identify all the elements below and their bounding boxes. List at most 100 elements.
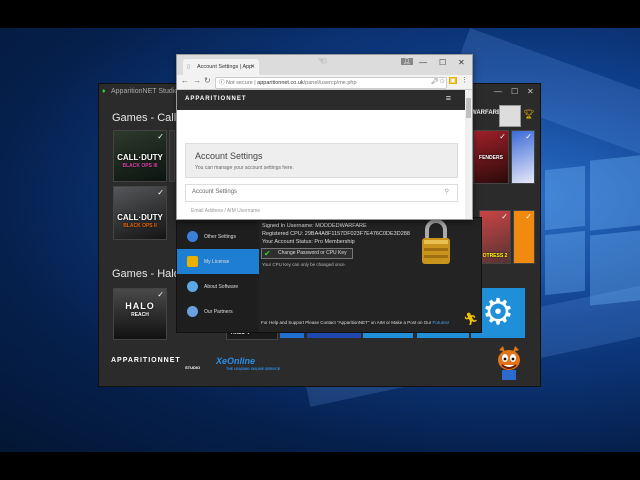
top-letterbox — [0, 0, 640, 28]
close-tab-icon[interactable]: ✕ — [250, 59, 255, 75]
sidebar-item-about-software[interactable]: About Software — [177, 274, 259, 299]
sidebar-item-label: About Software — [204, 284, 239, 290]
game-tile-subtitle: REACH — [131, 312, 149, 318]
site-header: APPARITIONNET ≡ — [177, 90, 465, 110]
forums-link[interactable]: Forums! — [433, 320, 450, 325]
page-title: Account Settings — [195, 151, 263, 161]
user-name: WARFARE — [471, 110, 501, 116]
game-tile-cod-bo3[interactable]: ✓ CALL·DUTY BLACK OPS III — [113, 130, 167, 182]
sidebar-item-other-settings[interactable]: Other Settings — [177, 224, 259, 249]
account-status: Your Account Status: Pro Membership — [262, 239, 355, 245]
settings-sidebar: Other Settings My License About Software… — [177, 218, 259, 332]
back-icon[interactable]: ← — [181, 76, 189, 85]
game-tile-title: CALL·DUTY — [117, 213, 163, 222]
brand-logo-subtitle: STUDIO — [185, 365, 201, 370]
address-bar[interactable]: ⓘ Not secure | apparitionnet.co.uk/panel… — [215, 77, 447, 89]
game-tile-subtitle: BLACK OPS III — [122, 163, 158, 169]
trophy-icon[interactable]: 🏆︎ — [523, 109, 534, 120]
sidebar-item-my-license[interactable]: My License — [177, 249, 259, 274]
bottom-letterbox — [0, 452, 640, 480]
maximize-icon[interactable]: ☐ — [511, 84, 518, 100]
account-settings-section: Account Settings ⚲ — [185, 184, 458, 202]
info-icon: ⓘ — [219, 80, 225, 86]
game-tile-right-2[interactable]: ✓ OTRESS 2 — [479, 210, 511, 264]
game-tile-right-1[interactable]: ✓ FENDERS — [473, 130, 509, 184]
users-icon — [187, 306, 198, 317]
scrollbar-thumb[interactable] — [466, 98, 471, 118]
app-logo-icon: ♦ — [102, 88, 106, 95]
page-subtitle: You can manage your account settings her… — [195, 165, 294, 171]
reload-icon[interactable]: ↻ — [204, 76, 211, 85]
profile-icon[interactable]: 👤︎ — [401, 58, 413, 65]
change-password-button[interactable]: ✔ Change Password or CPU Key — [261, 248, 353, 259]
support-text: For Help and Support Please Contact "App… — [261, 320, 450, 325]
check-icon: ✓ — [157, 188, 164, 197]
check-icon: ✓ — [157, 132, 164, 141]
license-panel: Other Settings My License About Software… — [176, 217, 482, 333]
game-tile-title: HALO — [125, 301, 155, 311]
mouse-cursor-icon: ☜ — [318, 56, 327, 67]
check-icon: ✓ — [499, 132, 506, 141]
minimize-icon[interactable]: — — [494, 84, 502, 100]
game-tile-cod-bo2[interactable]: ✓ CALL·DUTY BLACK OPS II — [113, 186, 167, 240]
hamburger-menu-icon[interactable]: ≡ — [446, 93, 451, 103]
signed-in-username: Signed In Username: MODDEDWARFARE — [262, 223, 367, 229]
windows-logo-pane — [545, 230, 585, 296]
gear-icon: ⚙ — [481, 291, 515, 332]
section-title-halo: Games - Halo — [112, 268, 180, 280]
avatar[interactable] — [499, 105, 521, 127]
browser-toolbar: ← → ↻ ⓘ Not secure | apparitionnet.co.uk… — [177, 75, 472, 90]
game-tile-halo-reach[interactable]: ✓ HALO REACH — [113, 288, 167, 340]
sidebar-item-label: Our Partners — [204, 309, 233, 315]
check-icon: ✓ — [525, 132, 532, 141]
brand-logo-apparition: APPARITIONNET — [111, 357, 181, 364]
sidebar-item-label: My License — [204, 259, 230, 265]
extension-icon[interactable]: ▣ — [449, 77, 457, 84]
brand-logo-xeonline: XeOnline — [216, 356, 256, 366]
globe-icon — [187, 231, 198, 242]
sidebar-item-label: Other Settings — [204, 234, 236, 240]
maximize-icon[interactable]: ☐ — [439, 58, 446, 67]
account-settings-header-panel: Account Settings You can manage your acc… — [185, 143, 458, 178]
section-heading: Account Settings — [192, 189, 238, 195]
star-icon[interactable]: ☆ — [439, 77, 445, 85]
windows-logo-pane — [590, 155, 640, 231]
browser-window: ▯ Account Settings | App ✕ 👤︎ — ☐ ✕ ← → … — [176, 54, 473, 220]
cpu-key-note: Your CPU Key can only be changed once. — [262, 262, 346, 267]
windows-logo-pane — [545, 165, 585, 231]
game-tile-orange[interactable]: ✓ — [513, 210, 535, 264]
aim-icon[interactable]: 🏃︎ — [463, 312, 478, 326]
site-logo[interactable]: APPARITIONNET — [185, 96, 247, 102]
game-tile-title: CALL·DUTY — [117, 153, 163, 162]
email-field-label: Email Address / AIM Username — [191, 208, 261, 214]
menu-icon[interactable]: ⋮ — [461, 76, 468, 84]
search-icon: ⚲ — [444, 189, 449, 195]
key-icon[interactable]: 🔑︎ — [431, 78, 439, 85]
registered-cpu: Registered CPU: 29BA4A8F1157DF023F7E476C… — [262, 231, 410, 237]
forward-icon[interactable]: → — [193, 76, 201, 85]
game-tile-edge — [169, 130, 175, 182]
game-tile-subtitle: BLACK OPS II — [123, 223, 157, 229]
game-tile-title: OTRESS 2 — [482, 253, 508, 259]
brand-logo-xeonline-subtitle: THE LEADING ONLINE SERVICE — [226, 367, 281, 371]
check-icon: ✓ — [501, 212, 508, 221]
windows-logo-pane — [590, 230, 640, 306]
page-icon: ▯ — [187, 64, 191, 70]
app-title: ApparitionNET Studio [ — [111, 88, 183, 95]
info-bubble-icon — [187, 281, 198, 292]
page-content: Account Settings You can manage your acc… — [177, 110, 465, 219]
page-scrollbar[interactable] — [465, 90, 472, 219]
game-tile-title: FENDERS — [479, 155, 503, 161]
browser-tab[interactable]: ▯ Account Settings | App ✕ — [183, 59, 259, 75]
minimize-icon[interactable]: — — [419, 58, 427, 67]
check-icon: ✓ — [157, 290, 164, 299]
game-tile-sonic[interactable]: ✓ — [511, 130, 535, 184]
close-icon[interactable]: ✕ — [527, 84, 534, 100]
close-icon[interactable]: ✕ — [458, 58, 465, 67]
sidebar-item-our-partners[interactable]: Our Partners — [177, 299, 259, 324]
not-secure-label: Not secure — [226, 80, 253, 86]
padlock-icon — [419, 218, 453, 266]
checkmark-icon: ✔ — [264, 249, 271, 258]
check-icon: ✓ — [525, 212, 532, 221]
crash-bandicoot-mascot — [493, 346, 525, 382]
